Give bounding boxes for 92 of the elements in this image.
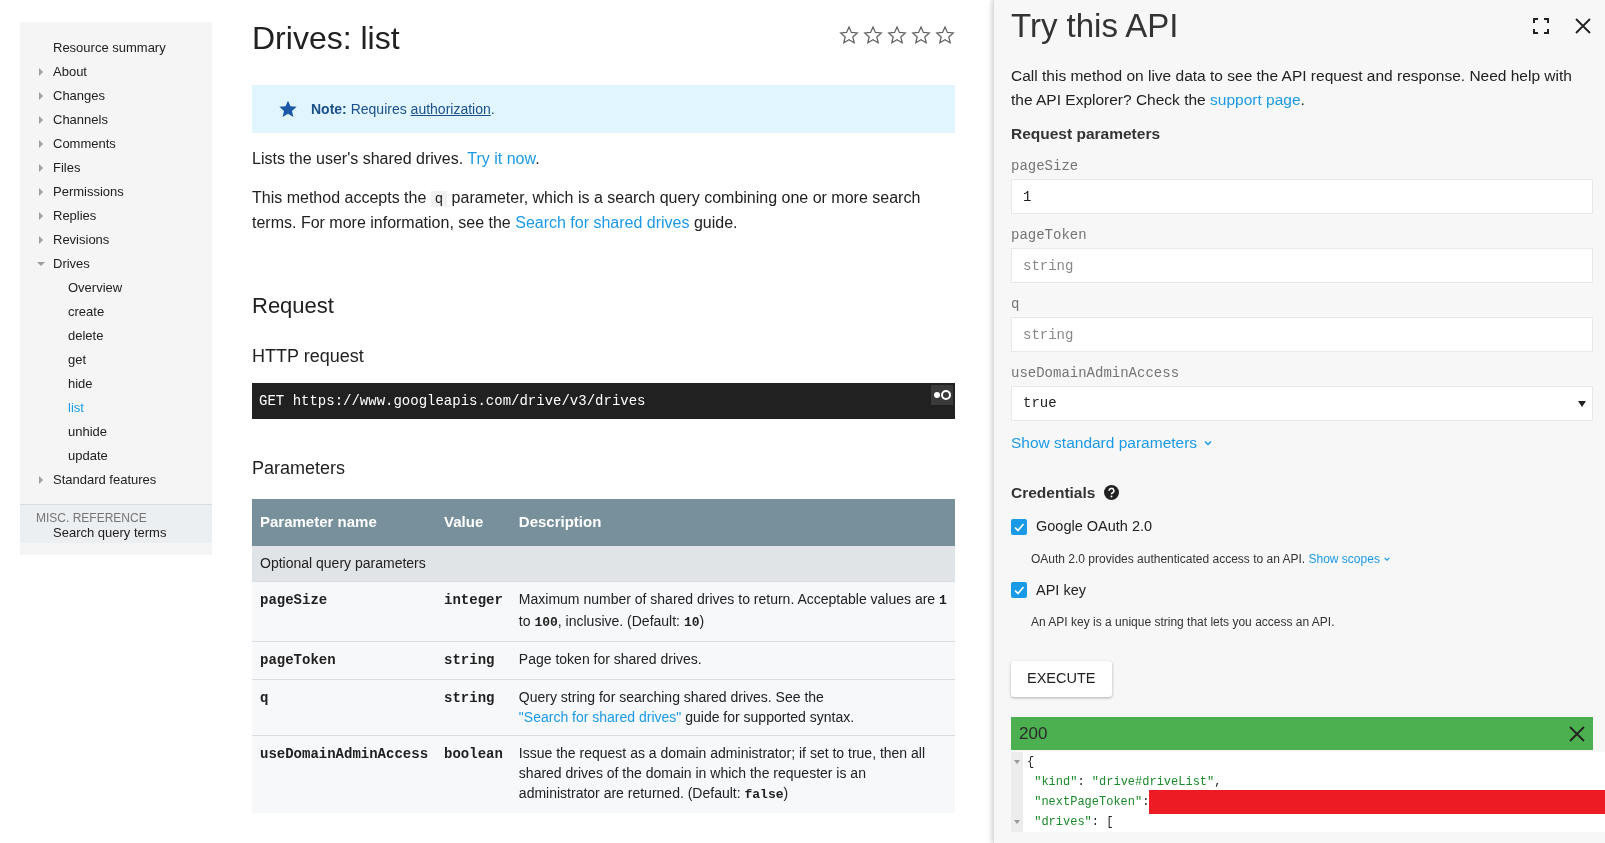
caret-right-icon <box>37 92 45 100</box>
input-field[interactable]: string <box>1011 317 1593 353</box>
code-text: "drives": [ <box>1033 814 1114 832</box>
sidebar-item[interactable]: create <box>68 302 105 322</box>
input-field[interactable]: 1 <box>1011 179 1593 215</box>
star-icon[interactable] <box>935 25 955 45</box>
note-text: Note: Requires authorization. <box>311 99 495 119</box>
table-cell: pageSize <box>260 591 328 608</box>
sidebar-item[interactable]: Standard features <box>37 470 157 490</box>
section-heading: Credentials <box>1011 482 1096 503</box>
sidebar-item[interactable]: unhide <box>68 422 108 442</box>
section-heading: Request <box>252 292 335 320</box>
star-icon <box>278 99 298 119</box>
star-icon[interactable] <box>887 25 907 45</box>
sidebar-item[interactable]: Resource summary <box>37 38 166 58</box>
star-icon[interactable] <box>839 25 859 45</box>
help-icon[interactable] <box>1104 484 1120 500</box>
field-label: pageToken <box>1011 226 1088 246</box>
field-label: useDomainAdminAccess <box>1011 364 1181 384</box>
sidebar-item[interactable]: Drives <box>37 254 90 274</box>
close-icon[interactable] <box>1575 18 1591 34</box>
column-header: Parameter name <box>260 513 377 531</box>
dropdown-arrow-icon <box>1578 400 1586 407</box>
code-text: "kind": "drive#driveList", <box>1033 774 1222 792</box>
table-cell: pageToken <box>260 651 336 668</box>
select-field[interactable]: true <box>1011 386 1593 422</box>
credential-label: API key <box>1036 580 1086 600</box>
fullscreen-icon[interactable] <box>1533 18 1549 34</box>
section-heading: Request parameters <box>1011 124 1162 144</box>
credential-description: An API key is a unique string that lets you access an API. <box>1031 614 1336 632</box>
execute-button[interactable]: EXECUTE <box>1011 661 1112 698</box>
theme-toggle-icon[interactable] <box>931 385 953 405</box>
sidebar-item[interactable]: Changes <box>37 86 106 106</box>
caret-right-icon <box>37 68 45 76</box>
caret-right-icon <box>37 212 45 220</box>
sidebar-item[interactable]: Search query terms <box>53 525 167 540</box>
table-cell-text: Issue the request as a domain administrator; if set to true, then all shared drives of the domain in which the requester is an administrator are returned. (Default: false) <box>518 743 927 804</box>
code-text: { <box>1027 754 1035 772</box>
caret-right-icon <box>37 188 45 196</box>
section-heading: MISC. REFERENCE <box>35 511 148 525</box>
subsection-heading: Parameters <box>252 457 347 480</box>
sidebar-item[interactable]: Channels <box>37 110 108 130</box>
sidebar-item[interactable]: Permissions <box>37 182 124 202</box>
caret-right-icon <box>37 476 45 484</box>
table-cell: string <box>444 689 495 706</box>
column-header: Description <box>518 513 602 531</box>
caret-right-icon <box>37 140 45 148</box>
description-text: This method accepts the q parameter, which is a search query combining one or more search terms. For more information, see the Search for shared drives guide. <box>252 188 922 233</box>
credential-label: Google OAuth 2.0 <box>1036 516 1153 536</box>
close-icon[interactable] <box>1569 725 1585 742</box>
table-cell-text: Query string for searching shared drives. See the "Search for shared drives" guide for supported syntax. <box>518 687 856 727</box>
link[interactable]: authorization <box>410 100 491 117</box>
table-cell: integer <box>444 591 503 608</box>
sidebar-item[interactable]: update <box>68 446 108 466</box>
code-text: "nextPageToken": <box>1033 794 1150 812</box>
caret-right-icon <box>37 236 45 244</box>
panel-title: Try this API <box>1011 6 1179 46</box>
http-request-text: GET https://www.googleapis.com/drive/v3/drives <box>259 391 646 411</box>
sidebar-item[interactable]: hide <box>68 374 93 394</box>
description-text: Lists the user's shared drives. Try it now. <box>252 149 541 169</box>
intro-text: Call this method on live data to see the API request and response. Need help with the API Explorer? Check the support page. <box>1011 66 1573 110</box>
status-code: 200 <box>1019 723 1048 745</box>
table-cell: q <box>260 689 269 706</box>
table-cell: boolean <box>444 745 503 762</box>
star-icon[interactable] <box>911 25 931 45</box>
chevron-down-icon <box>1383 555 1392 564</box>
field-label: q <box>1011 295 1021 315</box>
checkbox[interactable] <box>1011 518 1027 535</box>
caret-right-icon <box>37 116 45 124</box>
input-field[interactable]: string <box>1011 248 1593 284</box>
sidebar-item[interactable]: delete <box>68 326 104 346</box>
page-title: Drives: list <box>252 19 400 58</box>
field-label: pageSize <box>1011 157 1080 177</box>
column-header: Value <box>444 513 484 531</box>
caret-right-icon <box>37 164 45 172</box>
star-icon[interactable] <box>863 25 883 45</box>
sidebar-item[interactable]: Comments <box>37 134 116 154</box>
group-header: Optional query parameters <box>260 554 426 571</box>
sidebar-item[interactable]: Replies <box>37 206 97 226</box>
subsection-heading: HTTP request <box>252 345 365 368</box>
sidebar-item[interactable]: get <box>68 350 87 370</box>
sidebar-item[interactable]: Overview <box>68 278 123 298</box>
table-cell-text: Page token for shared drives. <box>518 649 703 669</box>
table-cell: useDomainAdminAccess <box>260 745 429 762</box>
table-cell-text: Maximum number of shared drives to return. Acceptable values are 1 to 100, inclusive. (Default: 10) <box>518 589 947 632</box>
credential-description: OAuth 2.0 provides authenticated access to an API. Show scopes <box>1031 549 1605 568</box>
sidebar-item[interactable]: Files <box>37 158 81 178</box>
sidebar-item[interactable]: About <box>37 62 87 82</box>
sidebar-item[interactable]: Revisions <box>37 230 110 250</box>
caret-down-icon <box>37 260 45 268</box>
table-cell: string <box>444 651 495 668</box>
checkbox[interactable] <box>1011 582 1027 599</box>
